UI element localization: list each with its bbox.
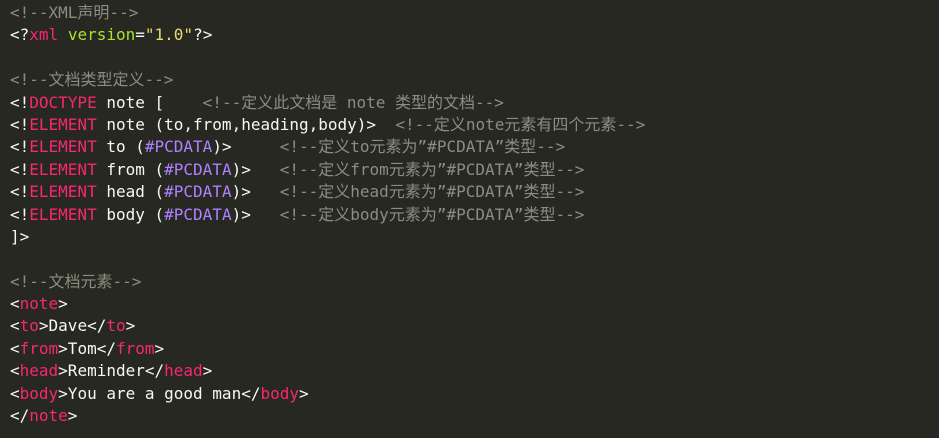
code-token-tag: to — [106, 316, 126, 336]
code-token-text: < — [10, 361, 20, 381]
code-line: <body>You are a good man</body> — [10, 383, 939, 405]
code-token-text: < — [10, 338, 20, 358]
code-line: <!ELEMENT body (#PCDATA)> <!--定义body元素为”… — [10, 204, 939, 226]
code-editor[interactable]: <!--XML声明--><?xml version="1.0"?>​<!--文档… — [0, 0, 939, 438]
code-token-text: to ( — [96, 137, 145, 157]
code-token-text: <! — [10, 137, 30, 157]
code-line: ​ — [10, 47, 939, 69]
code-token-comment: <!--定义此文档是 note 类型的文档--> — [202, 92, 504, 112]
code-token-const: #PCDATA — [144, 137, 213, 157]
code-token-comment: <!--定义to元素为”#PCDATA”类型--> — [279, 137, 566, 157]
code-token-text: )> — [231, 182, 280, 202]
code-token-text: > — [58, 294, 68, 314]
code-token-text: )> — [212, 137, 280, 157]
code-token-tag: xml — [29, 25, 59, 45]
code-token-tag: ELEMENT — [29, 114, 97, 134]
code-token-text: > — [154, 338, 165, 358]
code-token-text: <! — [10, 159, 30, 179]
code-token-text: ?> — [193, 25, 213, 45]
code-token-text: >You are a good man</ — [58, 383, 261, 403]
code-token-comment: <!--定义from元素为”#PCDATA”类型--> — [279, 159, 585, 179]
code-token-text: note [ — [96, 92, 203, 112]
code-token-tag: body — [19, 383, 59, 403]
code-line: <!--文档类型定义--> — [10, 69, 939, 91]
code-token-comment: <!--文档类型定义--> — [10, 70, 174, 90]
code-lines: <!--XML声明--><?xml version="1.0"?>​<!--文档… — [10, 2, 939, 427]
code-line: <to>Dave</to> — [10, 315, 939, 337]
code-token-text: <! — [10, 92, 30, 112]
code-token-const: #PCDATA — [164, 159, 232, 179]
code-line: <head>Reminder</head> — [10, 360, 939, 382]
code-line: <from>Tom</from> — [10, 338, 939, 360]
code-token-text: < — [10, 294, 20, 314]
code-token-text: < — [10, 316, 20, 336]
code-token-text: <! — [10, 182, 30, 202]
code-token-tag: to — [19, 316, 39, 336]
code-line: <!--文档元素--> — [10, 271, 939, 293]
code-token-text: > — [125, 316, 136, 336]
code-token-text: body ( — [96, 204, 165, 224]
code-token-text: </ — [10, 406, 30, 426]
code-token-text: )> — [231, 204, 280, 224]
code-line: <!ELEMENT to (#PCDATA)> <!--定义to元素为”#PCD… — [10, 136, 939, 158]
code-token-const: #PCDATA — [164, 182, 232, 202]
code-line: <!ELEMENT from (#PCDATA)> <!--定义from元素为”… — [10, 159, 939, 181]
code-token-comment: <!--XML声明--> — [10, 3, 139, 22]
code-token-text: > — [202, 361, 213, 381]
code-line: ​ — [10, 248, 939, 270]
code-token-tag: head — [19, 361, 59, 381]
code-token-text: >Reminder</ — [58, 361, 165, 381]
code-line: </note> — [10, 405, 939, 427]
code-token-tag: from — [19, 338, 59, 358]
code-token-text: > — [67, 406, 78, 426]
code-token-comment: <!--定义note元素有四个元素--> — [395, 114, 646, 134]
code-token-str: "1.0" — [144, 25, 194, 45]
code-token-text: <! — [10, 204, 30, 224]
code-token-tag: ELEMENT — [29, 204, 97, 224]
code-token-text: ]> — [10, 226, 30, 246]
code-line: <!ELEMENT head (#PCDATA)> <!--定义head元素为”… — [10, 181, 939, 203]
code-token-text: = — [135, 25, 145, 45]
code-line: ]> — [10, 226, 939, 248]
code-token-comment: <!--定义head元素为”#PCDATA”类型--> — [279, 182, 585, 202]
code-token-tag: ELEMENT — [29, 137, 97, 157]
code-token-tag: from — [115, 338, 155, 358]
code-token-text: note (to,from,heading,body)> — [96, 114, 396, 134]
code-token-text: <? — [10, 25, 30, 45]
code-token-tag: head — [164, 361, 203, 381]
code-line: <!ELEMENT note (to,from,heading,body)> <… — [10, 114, 939, 136]
code-token-tag: note — [19, 294, 59, 314]
code-line: <note> — [10, 293, 939, 315]
code-token-comment: <!--文档元素--> — [10, 271, 142, 291]
code-token-comment: <!--定义body元素为”#PCDATA”类型--> — [279, 204, 585, 224]
code-token-const: #PCDATA — [164, 204, 232, 224]
code-token-tag: note — [29, 406, 68, 426]
code-token-tag: body — [260, 383, 299, 403]
code-token-tag: DOCTYPE — [29, 92, 97, 112]
code-token-text: >Dave</ — [38, 316, 107, 336]
code-token-tag: ELEMENT — [29, 182, 97, 202]
code-token-attr: version — [67, 25, 136, 45]
code-token-text: < — [10, 383, 20, 403]
code-token-tag: ELEMENT — [29, 159, 97, 179]
code-token-text: head ( — [96, 182, 165, 202]
code-token-text: from ( — [96, 159, 165, 179]
code-token-text: )> — [231, 159, 280, 179]
code-token-text: <! — [10, 114, 30, 134]
code-token-text: > — [299, 383, 309, 403]
code-token-text: >Tom</ — [58, 338, 116, 358]
code-line: <!DOCTYPE note [ <!--定义此文档是 note 类型的文档--… — [10, 92, 939, 114]
code-line: <!--XML声明--> — [10, 2, 939, 24]
code-line: <?xml version="1.0"?> — [10, 24, 939, 46]
